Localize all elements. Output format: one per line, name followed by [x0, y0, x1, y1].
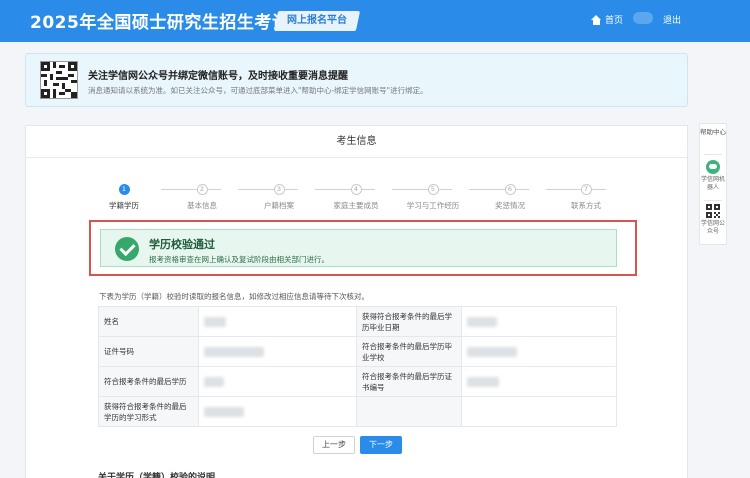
page-title: 2025年全国硕士研究生招生考试 [30, 13, 290, 33]
home-icon [591, 14, 602, 25]
sidebar-divider [704, 200, 722, 201]
step-2[interactable]: 2 基本信息 [172, 184, 232, 211]
field-value [461, 306, 617, 337]
step-number: 5 [427, 184, 439, 195]
qr-label: 学信网公众号 [700, 220, 725, 235]
home-label: 首页 [605, 16, 624, 26]
step-label: 基本信息 [187, 201, 217, 210]
field-label: 获得符合报考条件的最后学历的学习形式 [98, 396, 199, 427]
robot-label: 学信网机器人 [700, 176, 725, 191]
success-title: 学历校验通过 [149, 238, 215, 251]
verification-success-box: 学历校验通过 报考资格审查在网上确认及复试阶段由相关部门进行。 [100, 229, 617, 267]
floating-sidebar: 帮助中心 学信网机器人 学信网公众号 [699, 123, 727, 245]
field-label: 证件号码 [98, 336, 199, 367]
field-value [461, 366, 617, 397]
redacted-value [467, 377, 499, 387]
step-label: 奖惩情况 [495, 201, 525, 210]
highlight-frame: 学历校验通过 报考资格审查在网上确认及复试阶段由相关部门进行。 [89, 220, 637, 276]
step-number: 3 [273, 184, 285, 195]
progress-stepper: 1 学籍学历 2 基本信息 3 户籍档案 4 家庭主要成员 5 学习与工作经历 … [26, 184, 687, 214]
step-number: 7 [580, 184, 592, 195]
field-value [461, 396, 617, 427]
step-3[interactable]: 3 户籍档案 [249, 184, 309, 211]
field-value [198, 366, 357, 397]
top-header: 2025年全国硕士研究生招生考试 网上报名平台 首页 退出 [0, 0, 750, 42]
about-section-title: 关于学历（学籍）校验的说明 [98, 473, 216, 478]
step-number: 4 [350, 184, 362, 195]
table-row: 姓名 获得符合报考条件的最后学历毕业日期 [98, 306, 617, 337]
robot-icon [706, 160, 720, 174]
redacted-value [467, 347, 517, 357]
success-subtitle: 报考资格审查在网上确认及复试阶段由相关部门进行。 [149, 255, 329, 264]
check-circle-icon [115, 237, 139, 261]
table-row: 证件号码 符合报考条件的最后学历毕业学校 [98, 336, 617, 367]
notice-subtitle: 消息通知请以系统为准。如已关注公众号，可通过底部菜单进入"帮助中心-绑定学信网账… [88, 86, 428, 95]
step-5[interactable]: 5 学习与工作经历 [403, 184, 463, 211]
redacted-value [204, 377, 224, 387]
step-label: 户籍档案 [264, 201, 294, 210]
platform-badge: 网上报名平台 [273, 11, 361, 31]
wechat-qr-link[interactable]: 学信网公众号 [700, 204, 726, 235]
step-4[interactable]: 4 家庭主要成员 [326, 184, 386, 211]
field-value [198, 336, 357, 367]
platform-badge-label: 网上报名平台 [287, 15, 347, 26]
user-avatar[interactable] [633, 12, 653, 24]
qr-code-icon [40, 61, 78, 99]
help-center-link[interactable]: 帮助中心 [700, 128, 726, 137]
step-number: 1 [118, 184, 130, 195]
redacted-value [204, 347, 264, 357]
step-6[interactable]: 6 奖惩情况 [480, 184, 540, 211]
sidebar-divider [704, 154, 722, 155]
field-label: 符合报考条件的最后学历证书编号 [356, 366, 462, 397]
education-info-table: 姓名 获得符合报考条件的最后学历毕业日期 证件号码 符合报考条件的最后学历毕业学… [98, 306, 617, 427]
field-value [198, 396, 357, 427]
chat-robot-link[interactable]: 学信网机器人 [700, 160, 726, 191]
step-label: 学籍学历 [109, 201, 139, 210]
wechat-notice: 关注学信网公众号并绑定微信账号，及时接收重要消息提醒 消息通知请以系统为准。如已… [25, 53, 688, 107]
step-number: 2 [196, 184, 208, 195]
field-label [356, 396, 462, 427]
step-label: 家庭主要成员 [333, 201, 379, 210]
candidate-info-card: 考生信息 1 学籍学历 2 基本信息 3 户籍档案 4 家庭主要成员 5 学习与… [25, 125, 688, 478]
next-step-button[interactable]: 下一步 [360, 436, 402, 454]
step-1[interactable]: 1 学籍学历 [94, 184, 154, 211]
step-number: 6 [504, 184, 516, 195]
step-7[interactable]: 7 联系方式 [556, 184, 616, 211]
redacted-value [204, 407, 244, 417]
table-row: 获得符合报考条件的最后学历的学习形式 [98, 396, 617, 427]
field-label: 符合报考条件的最后学历 [98, 366, 199, 397]
field-value [198, 306, 357, 337]
redacted-value [467, 317, 497, 327]
step-label: 联系方式 [571, 201, 601, 210]
prev-step-button[interactable]: 上一步 [313, 436, 355, 454]
table-description: 下表为学历（学籍）校验时读取的报名信息，如修改过相应信息请等待下次核对。 [99, 292, 369, 301]
field-label: 符合报考条件的最后学历毕业学校 [356, 336, 462, 367]
field-label: 获得符合报考条件的最后学历毕业日期 [356, 306, 462, 337]
field-value [461, 336, 617, 367]
home-link[interactable]: 首页 [591, 13, 623, 26]
notice-title: 关注学信网公众号并绑定微信账号，及时接收重要消息提醒 [88, 71, 348, 82]
logout-link[interactable]: 退出 [663, 13, 681, 26]
field-label: 姓名 [98, 306, 199, 337]
redacted-value [204, 317, 226, 327]
card-title: 考生信息 [26, 126, 687, 158]
step-label: 学习与工作经历 [406, 201, 460, 210]
table-row: 符合报考条件的最后学历 符合报考条件的最后学历证书编号 [98, 366, 617, 397]
qr-code-icon [706, 204, 720, 218]
